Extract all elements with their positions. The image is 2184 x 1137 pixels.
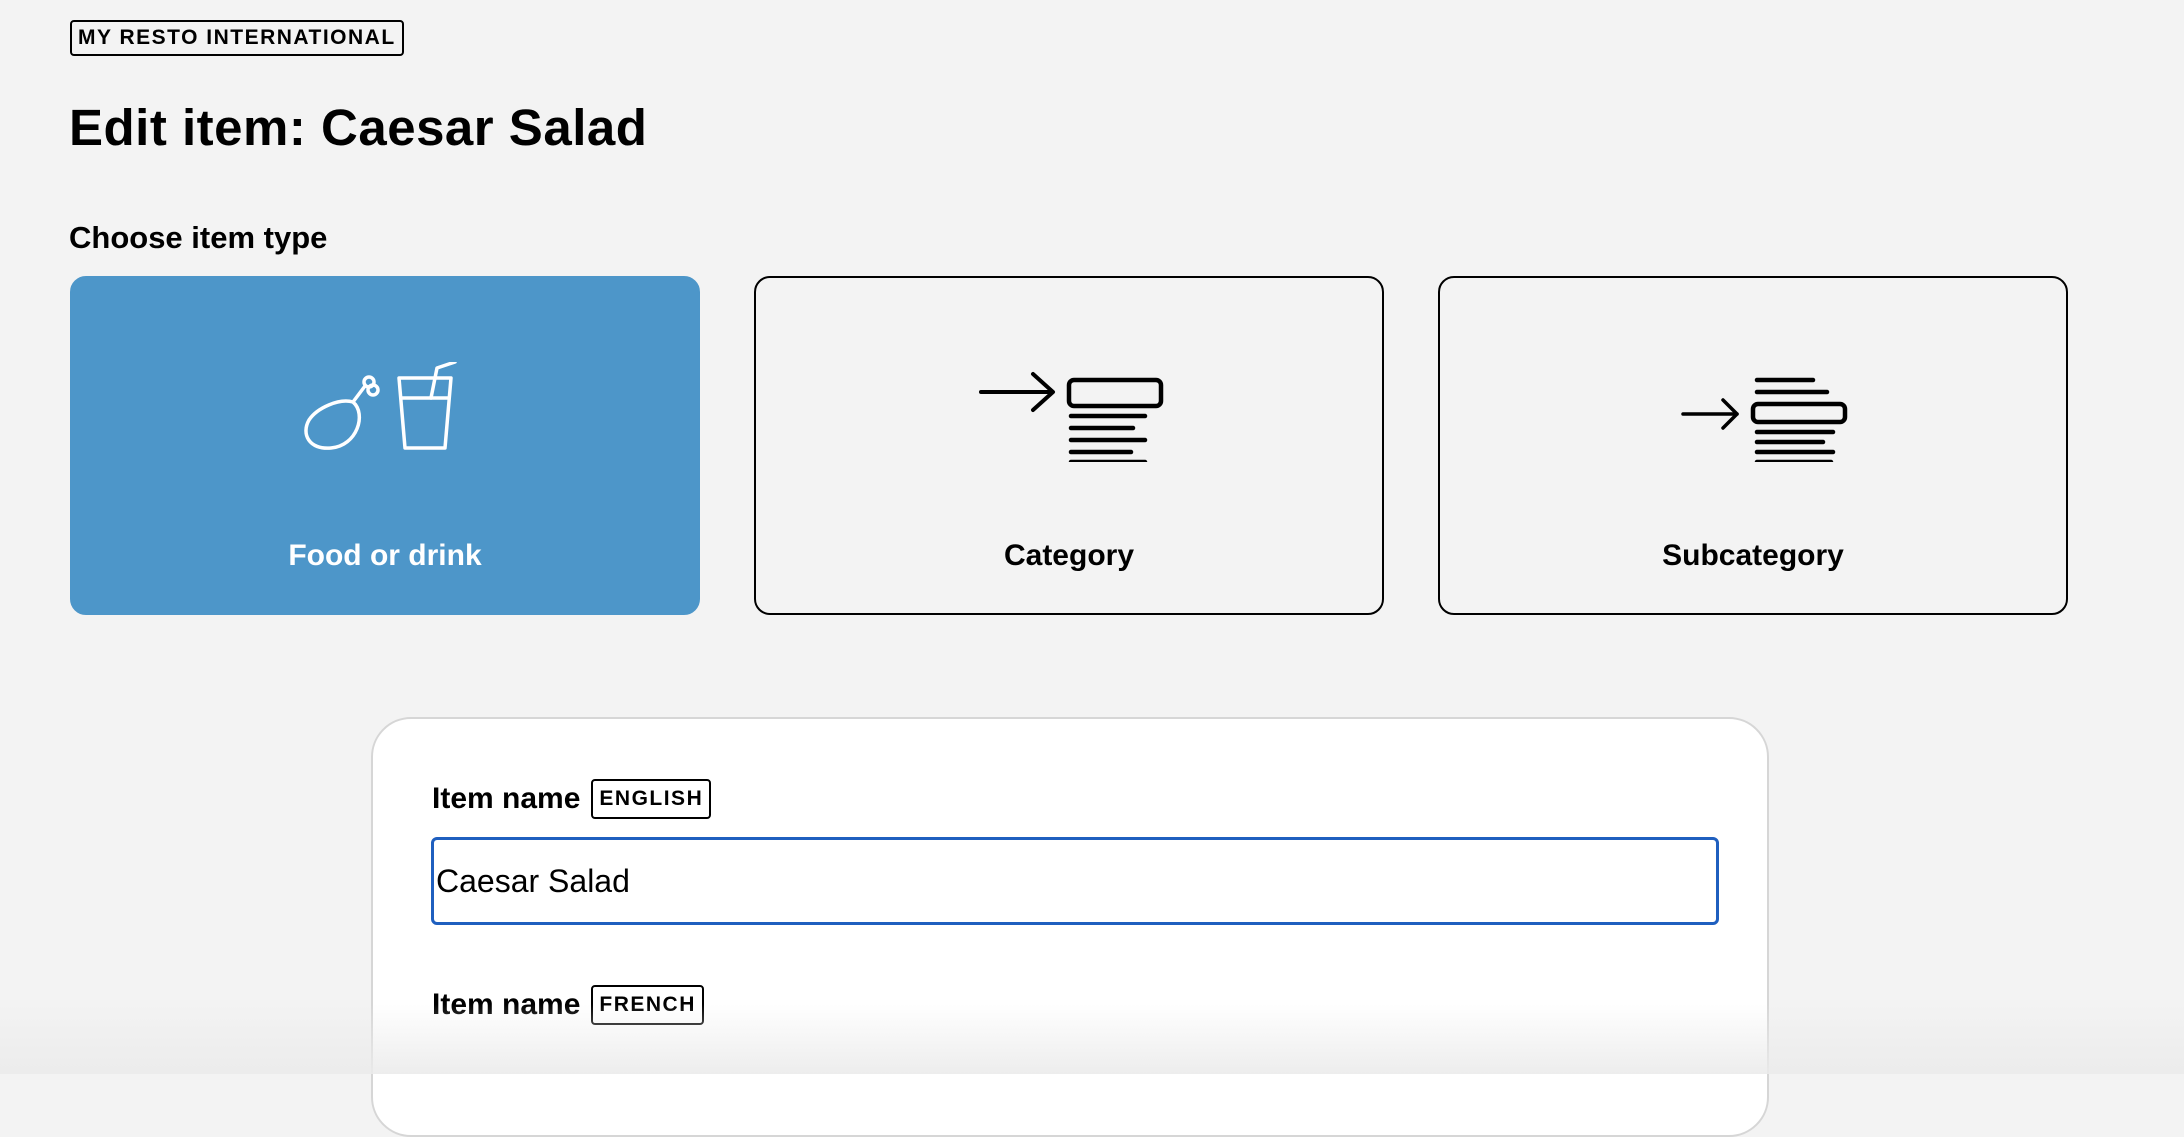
item-type-heading: Choose item type: [69, 220, 328, 255]
item-type-option-subcategory[interactable]: Subcategory: [1438, 276, 2068, 615]
item-name-english-label: Item name: [432, 782, 581, 815]
item-name-english-label-row: Item name ENGLISH: [432, 779, 712, 819]
item-name-english-input[interactable]: [431, 837, 1719, 925]
subcategory-icon: [1440, 362, 2066, 462]
item-name-french-label-row: Item name FRENCH: [432, 985, 704, 1025]
category-icon: [756, 362, 1382, 462]
item-form-panel: Item name ENGLISH Item name FRENCH: [371, 717, 1769, 1137]
item-type-option-category[interactable]: Category: [754, 276, 1384, 615]
page-title: Edit item: Caesar Salad: [69, 99, 648, 156]
english-language-badge: ENGLISH: [591, 779, 712, 819]
category-label: Category: [1003, 539, 1135, 572]
item-type-option-food-or-drink[interactable]: Food or drink: [70, 276, 700, 615]
french-language-badge: FRENCH: [591, 985, 704, 1025]
food-drink-icon: [72, 362, 698, 462]
food-or-drink-label: Food or drink: [288, 539, 482, 572]
subcategory-label: Subcategory: [1662, 539, 1844, 572]
item-name-french-label: Item name: [432, 988, 581, 1021]
brand-badge: MY RESTO INTERNATIONAL: [70, 20, 404, 56]
